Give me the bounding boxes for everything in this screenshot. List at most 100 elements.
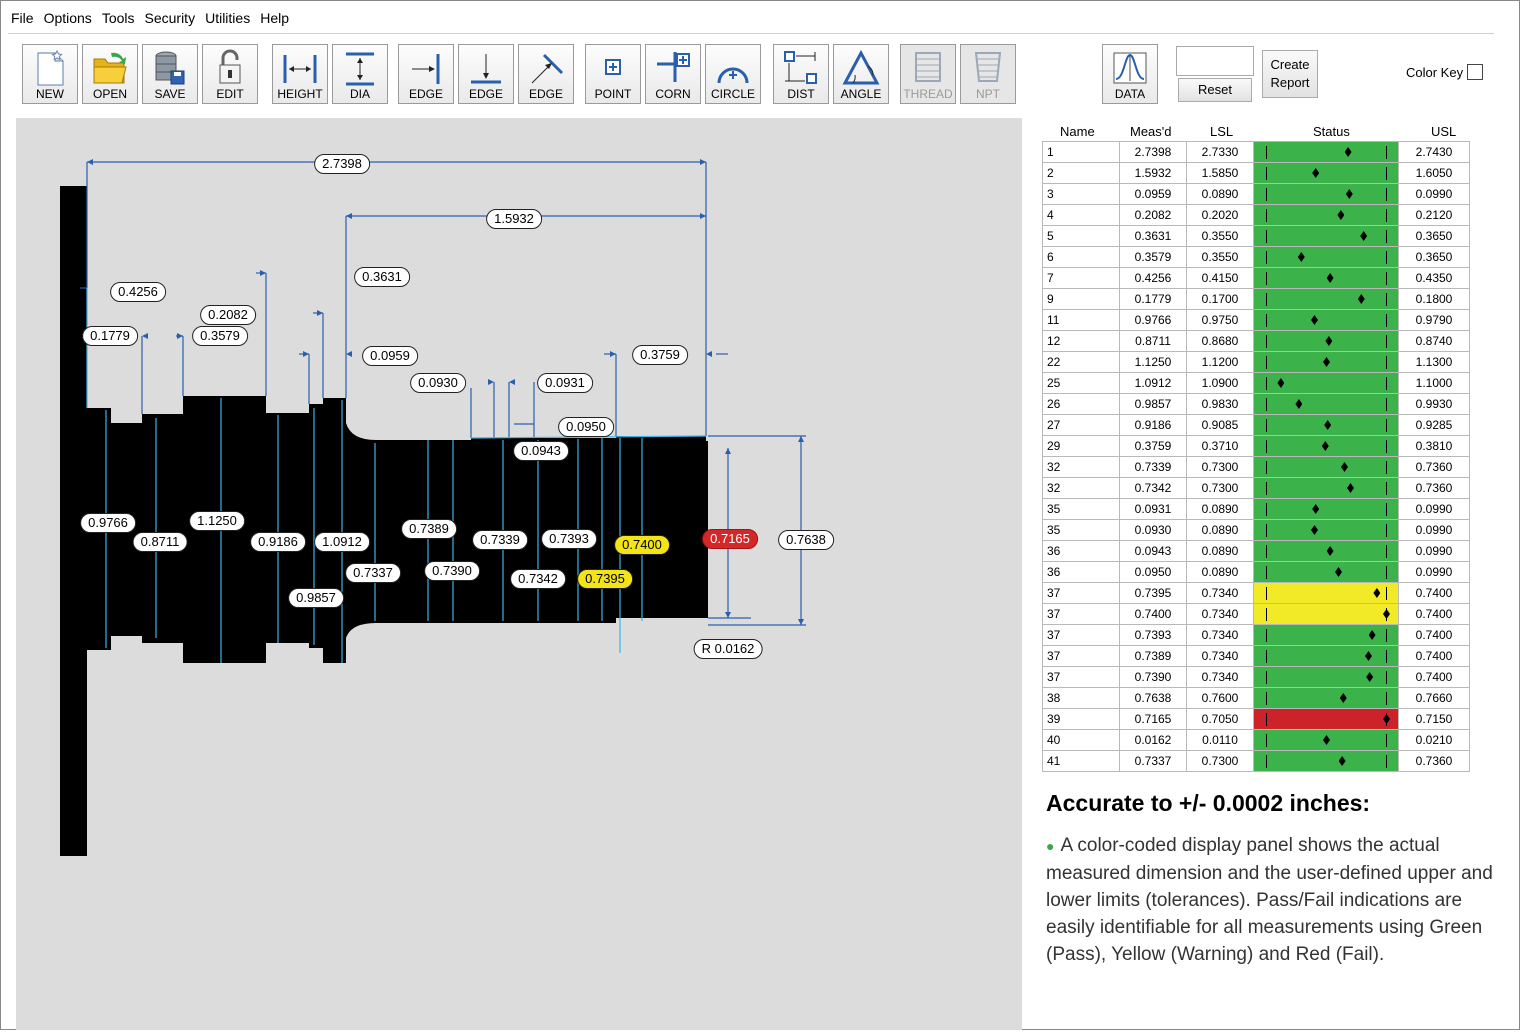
cell-lsl: 0.0890 bbox=[1186, 183, 1254, 205]
table-row[interactable]: 29 0.3759 0.3710 0.3810 bbox=[1042, 435, 1470, 457]
measure-label[interactable]: 0.9766 bbox=[80, 513, 136, 533]
measure-label[interactable]: 0.7393 bbox=[541, 529, 597, 549]
table-row[interactable]: 12 0.8711 0.8680 0.8740 bbox=[1042, 330, 1470, 352]
measure-label[interactable]: 0.2082 bbox=[200, 305, 256, 325]
npt-button[interactable]: NPT bbox=[960, 44, 1016, 104]
angle-button[interactable]: ANGLE bbox=[833, 44, 889, 104]
measure-label[interactable]: 0.9857 bbox=[288, 588, 344, 608]
new-button[interactable]: NEW bbox=[22, 44, 78, 104]
measure-label-fail[interactable]: 0.7165 bbox=[702, 529, 758, 549]
table-row[interactable]: 5 0.3631 0.3550 0.3650 bbox=[1042, 225, 1470, 247]
measure-label-warning[interactable]: 0.7400 bbox=[614, 535, 670, 555]
tolerance-limit-marker bbox=[1266, 230, 1267, 243]
cell-usl: 0.3650 bbox=[1398, 246, 1470, 268]
measure-label[interactable]: 0.7342 bbox=[510, 569, 566, 589]
cell-measured: 0.7342 bbox=[1119, 477, 1187, 499]
corner-button[interactable]: CORN bbox=[645, 44, 701, 104]
measure-label[interactable]: 1.5932 bbox=[486, 209, 542, 229]
measurement-canvas[interactable]: 2.7398 1.5932 0.3631 0.4256 0.2082 0.177… bbox=[16, 118, 1022, 1030]
measure-label[interactable]: 0.8711 bbox=[132, 532, 188, 552]
measure-label[interactable]: 1.0912 bbox=[314, 532, 370, 552]
table-row[interactable]: 37 0.7395 0.7340 0.7400 bbox=[1042, 582, 1470, 604]
data-button[interactable]: DATA bbox=[1102, 44, 1158, 104]
reset-button[interactable]: Reset bbox=[1178, 78, 1252, 102]
reset-value-field[interactable] bbox=[1176, 46, 1254, 76]
measure-label[interactable]: 0.0930 bbox=[410, 373, 466, 393]
table-row[interactable]: 3 0.0959 0.0890 0.0990 bbox=[1042, 183, 1470, 205]
edit-button[interactable]: EDIT bbox=[202, 44, 258, 104]
edge-horizontal-button[interactable]: EDGE bbox=[398, 44, 454, 104]
height-button[interactable]: HEIGHT bbox=[272, 44, 328, 104]
table-row[interactable]: 25 1.0912 1.0900 1.1000 bbox=[1042, 372, 1470, 394]
cell-lsl: 1.1200 bbox=[1186, 351, 1254, 373]
menu-file[interactable]: File bbox=[6, 10, 39, 32]
table-row[interactable]: 37 0.7390 0.7340 0.7400 bbox=[1042, 666, 1470, 688]
table-row[interactable]: 36 0.0950 0.0890 0.0990 bbox=[1042, 561, 1470, 583]
table-row[interactable]: 37 0.7393 0.7340 0.7400 bbox=[1042, 624, 1470, 646]
measure-label[interactable]: 0.1779 bbox=[82, 326, 138, 346]
edge-angled-button[interactable]: EDGE bbox=[518, 44, 574, 104]
status-bar bbox=[1254, 331, 1398, 351]
radius-label[interactable]: R 0.0162 bbox=[693, 639, 763, 659]
measure-label[interactable]: 0.0931 bbox=[537, 373, 593, 393]
table-row[interactable]: 4 0.2082 0.2020 0.2120 bbox=[1042, 204, 1470, 226]
table-row[interactable]: 41 0.7337 0.7300 0.7360 bbox=[1042, 750, 1470, 772]
tolerance-limit-marker bbox=[1266, 314, 1267, 327]
table-row[interactable]: 35 0.0931 0.0890 0.0990 bbox=[1042, 498, 1470, 520]
table-row[interactable]: 37 0.7400 0.7340 0.7400 bbox=[1042, 603, 1470, 625]
measure-label[interactable]: 0.7638 bbox=[778, 530, 834, 550]
measure-label[interactable]: 0.0959 bbox=[362, 346, 418, 366]
measure-label[interactable]: 2.7398 bbox=[314, 154, 370, 174]
menu-security[interactable]: Security bbox=[140, 10, 201, 32]
save-button[interactable]: SAVE bbox=[142, 44, 198, 104]
measure-label[interactable]: 0.0950 bbox=[558, 417, 614, 437]
tolerance-limit-marker bbox=[1266, 398, 1267, 411]
table-row[interactable]: 9 0.1779 0.1700 0.1800 bbox=[1042, 288, 1470, 310]
table-row[interactable]: 7 0.4256 0.4150 0.4350 bbox=[1042, 267, 1470, 289]
table-row[interactable]: 39 0.7165 0.7050 0.7150 bbox=[1042, 708, 1470, 730]
edge-vertical-button[interactable]: EDGE bbox=[458, 44, 514, 104]
menu-tools[interactable]: Tools bbox=[97, 10, 140, 32]
table-row[interactable]: 26 0.9857 0.9830 0.9930 bbox=[1042, 393, 1470, 415]
measure-label[interactable]: 0.3579 bbox=[192, 326, 248, 346]
table-row[interactable]: 2 1.5932 1.5850 1.6050 bbox=[1042, 162, 1470, 184]
point-button[interactable]: POINT bbox=[585, 44, 641, 104]
table-row[interactable]: 6 0.3579 0.3550 0.3650 bbox=[1042, 246, 1470, 268]
measure-label[interactable]: 0.7337 bbox=[345, 563, 401, 583]
table-row[interactable]: 11 0.9766 0.9750 0.9790 bbox=[1042, 309, 1470, 331]
table-row[interactable]: 22 1.1250 1.1200 1.1300 bbox=[1042, 351, 1470, 373]
measure-label[interactable]: 0.3759 bbox=[632, 345, 688, 365]
table-row[interactable]: 38 0.7638 0.7600 0.7660 bbox=[1042, 687, 1470, 709]
measure-label[interactable]: 0.7390 bbox=[424, 561, 480, 581]
table-row[interactable]: 1 2.7398 2.7330 2.7430 bbox=[1042, 141, 1470, 163]
open-button[interactable]: OPEN bbox=[82, 44, 138, 104]
measure-label[interactable]: 0.7339 bbox=[472, 530, 528, 550]
menu-options[interactable]: Options bbox=[39, 10, 97, 32]
table-row[interactable]: 27 0.9186 0.9085 0.9285 bbox=[1042, 414, 1470, 436]
table-row[interactable]: 37 0.7389 0.7340 0.7400 bbox=[1042, 645, 1470, 667]
measure-label[interactable]: 0.4256 bbox=[110, 282, 166, 302]
measure-label[interactable]: 0.0943 bbox=[513, 441, 569, 461]
table-row[interactable]: 32 0.7339 0.7300 0.7360 bbox=[1042, 456, 1470, 478]
circle-button[interactable]: CIRCLE bbox=[705, 44, 761, 104]
create-report-button[interactable]: Create Report bbox=[1262, 50, 1318, 98]
dia-button[interactable]: DIA bbox=[332, 44, 388, 104]
measurement-marker-icon bbox=[1311, 525, 1318, 535]
table-row[interactable]: 32 0.7342 0.7300 0.7360 bbox=[1042, 477, 1470, 499]
measure-label[interactable]: 1.1250 bbox=[189, 511, 245, 531]
cell-lsl: 2.7330 bbox=[1186, 141, 1254, 163]
measure-label[interactable]: 0.7389 bbox=[401, 519, 457, 539]
thread-button[interactable]: THREAD bbox=[900, 44, 956, 104]
measure-label[interactable]: 0.3631 bbox=[354, 267, 410, 287]
table-row[interactable]: 35 0.0930 0.0890 0.0990 bbox=[1042, 519, 1470, 541]
new-file-icon bbox=[37, 49, 64, 86]
color-key-toggle[interactable]: Color Key bbox=[1406, 64, 1484, 80]
measure-label-warning[interactable]: 0.7395 bbox=[577, 569, 633, 589]
table-row[interactable]: 40 0.0162 0.0110 0.0210 bbox=[1042, 729, 1470, 751]
dist-button[interactable]: DIST bbox=[773, 44, 829, 104]
color-key-checkbox[interactable] bbox=[1467, 64, 1484, 80]
measure-label[interactable]: 0.9186 bbox=[250, 532, 306, 552]
menu-utilities[interactable]: Utilities bbox=[200, 10, 255, 32]
table-row[interactable]: 36 0.0943 0.0890 0.0990 bbox=[1042, 540, 1470, 562]
menu-help[interactable]: Help bbox=[255, 10, 294, 32]
